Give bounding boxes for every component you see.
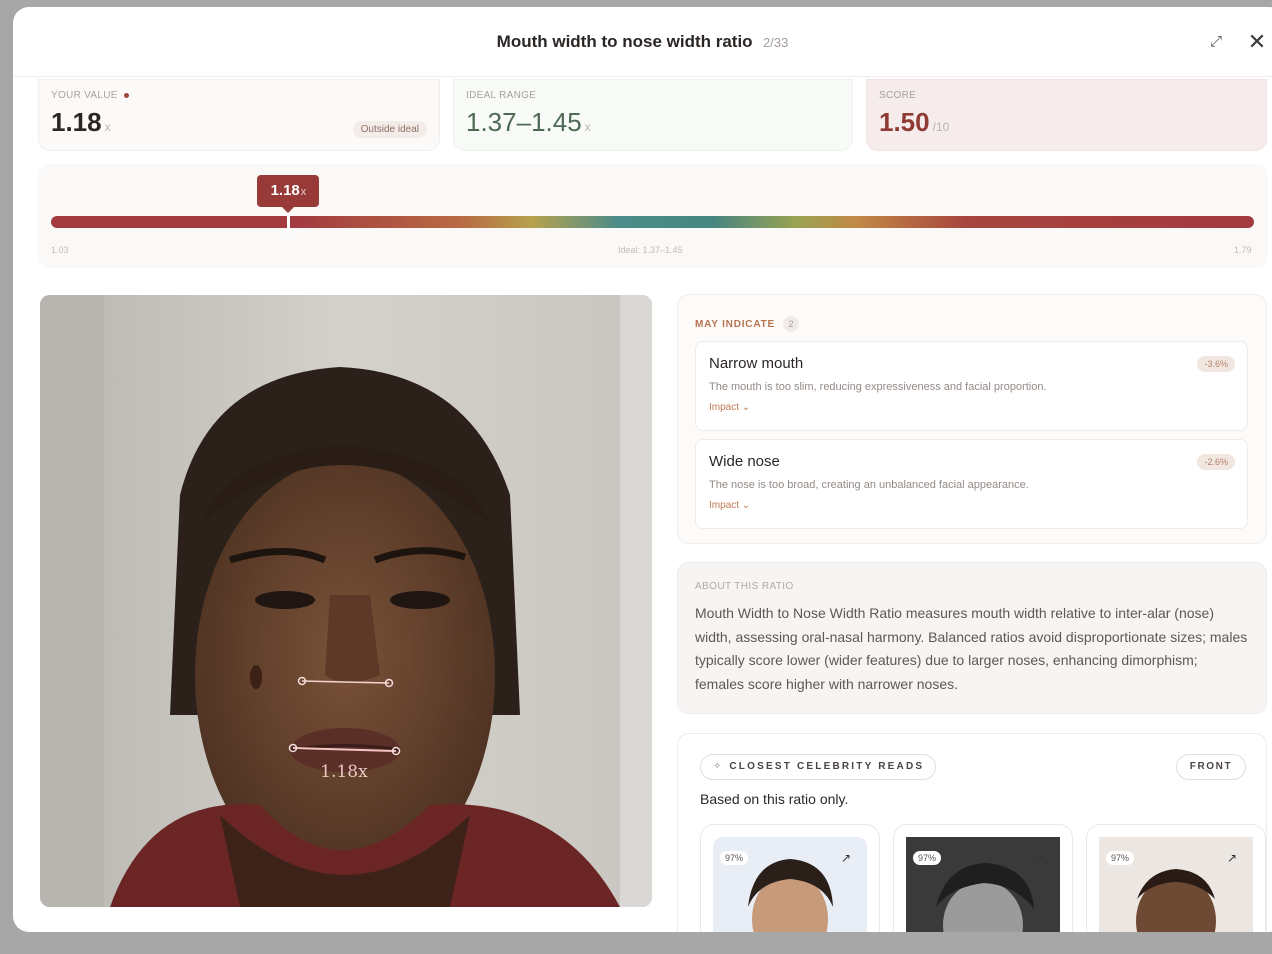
issue-wide-nose[interactable]: Wide nose The nose is too broad, creatin… [695,439,1248,529]
celebrity-subtitle: Based on this ratio only. [700,791,849,807]
score-value: 1.50/10 [879,107,950,137]
celebrity-tile[interactable]: 97% ↗ [1086,824,1266,932]
ideal-range-value: 1.37–1.45 x [466,107,591,137]
issue-title: Wide nose [709,453,780,470]
ideal-range-card: IDEAL RANGE 1.37–1.45 x [453,79,853,151]
modal-header: Mouth width to nose width ratio 2/33 ⤢ ✕ [13,7,1272,77]
celebrity-reads-pill: ✧ CLOSEST CELEBRITY READS [700,754,936,780]
sparkle-icon: ✧ [713,761,722,772]
celebrity-tile[interactable]: 97% ↗ [893,824,1073,932]
range-ideal-label: Ideal: 1.37–1.45 [618,245,683,255]
modal-title: Mouth width to nose width ratio [496,32,753,51]
score-card: SCORE 1.50/10 [866,79,1267,151]
indicate-count-badge: 2 [782,316,799,332]
ratio-counter: 2/33 [763,35,789,50]
impact-delta-badge: -3.6% [1197,356,1235,372]
may-indicate-card: MAY INDICATE 2 Narrow mouth The mouth is … [677,294,1267,544]
your-value-label: YOUR VALUE [51,90,427,101]
may-indicate-label: MAY INDICATE 2 [695,316,799,332]
range-marker [286,211,290,233]
status-dot [123,92,129,98]
title-group: Mouth width to nose width ratio 2/33 [13,32,1272,52]
match-percent: 97% [1106,851,1135,865]
issue-description: The nose is too broad, creating an unbal… [709,479,1029,491]
about-ratio-card: ABOUT THIS RATIO Mouth Width to Nose Wid… [677,562,1267,714]
score-label: SCORE [879,90,917,101]
impact-toggle[interactable]: Impact ⌄ [709,500,1234,511]
face-photo-illustration: 1.18x [40,295,652,907]
range-scale: 1.18x 1.03 Ideal: 1.37–1.45 1.79 [38,164,1268,268]
issue-narrow-mouth[interactable]: Narrow mouth The mouth is too slim, redu… [695,341,1248,431]
close-icon[interactable]: ✕ [1246,29,1268,54]
match-percent: 97% [913,851,942,865]
issue-description: The mouth is too slim, reducing expressi… [709,381,1047,393]
impact-toggle[interactable]: Impact ⌄ [709,402,1234,413]
range-value-pill: 1.18x [257,175,320,207]
open-arrow-icon[interactable]: ↗ [1227,851,1237,865]
about-text: Mouth Width to Nose Width Ratio measures… [695,605,1248,692]
range-max-label: 1.79 [1234,245,1252,255]
ratio-detail-modal: Mouth width to nose width ratio 2/33 ⤢ ✕… [13,7,1272,932]
range-pill-pointer [282,207,295,213]
celebrity-tile[interactable]: 97% ↗ [700,824,880,932]
celebrity-reads-card: ✧ CLOSEST CELEBRITY READS FRONT Based on … [677,733,1267,932]
measure-label: 1.18x [320,762,368,782]
chevron-down-icon: ⌄ [741,500,751,511]
about-label: ABOUT THIS RATIO [695,581,794,592]
your-value-card: YOUR VALUE 1.18 x Outside ideal [38,79,440,151]
range-gradient-bar [51,216,1254,228]
face-photo: 1.18x [40,295,652,907]
range-min-label: 1.03 [51,245,69,255]
match-percent: 97% [720,851,749,865]
ideal-range-label: IDEAL RANGE [466,90,537,101]
expand-icon[interactable]: ⤢ [1206,33,1226,53]
chevron-down-icon: ⌄ [741,402,751,413]
open-arrow-icon[interactable]: ↗ [841,851,851,865]
front-view-button[interactable]: FRONT [1176,754,1246,780]
open-arrow-icon[interactable]: ↗ [1034,851,1044,865]
outside-ideal-badge: Outside ideal [352,121,427,138]
issue-title: Narrow mouth [709,355,804,372]
impact-delta-badge: -2.6% [1197,454,1235,470]
